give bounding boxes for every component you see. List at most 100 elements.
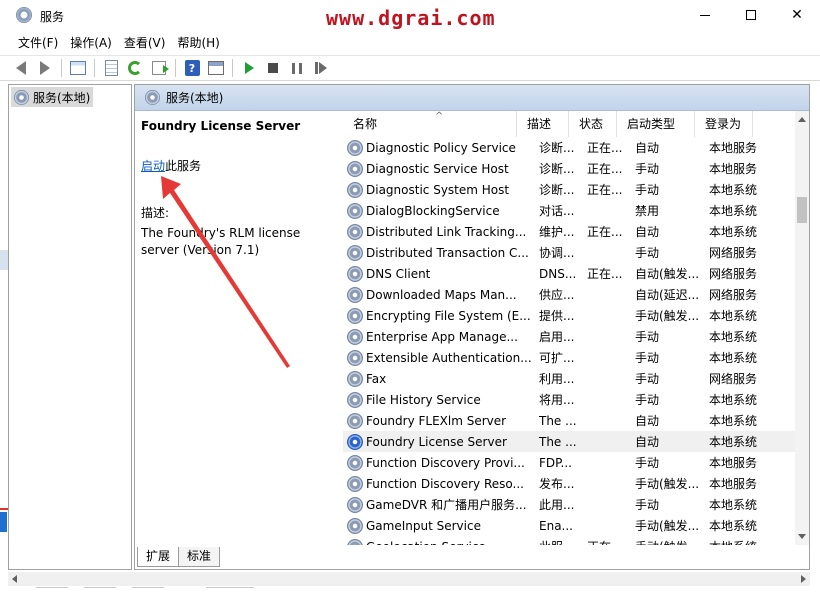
- scroll-up-icon[interactable]: [798, 117, 806, 122]
- table-row[interactable]: Distributed Link Tracking... 维护... 正在... 自动…: [343, 221, 795, 242]
- service-startup-type: 自动: [635, 225, 660, 239]
- maximize-button[interactable]: [728, 0, 774, 30]
- service-startup-type: 手动: [635, 330, 660, 344]
- column-description[interactable]: 描述: [517, 111, 569, 137]
- menu-action[interactable]: 操作(A): [64, 32, 118, 54]
- table-row[interactable]: DNS Client DNS... 正在... 自动(触发... 网络服务: [343, 263, 795, 284]
- table-row[interactable]: DialogBlockingService 对话... 禁用 本地系统: [343, 200, 795, 221]
- service-gear-icon: [347, 538, 363, 545]
- service-log-on-as: 网络服务: [709, 288, 758, 302]
- table-row[interactable]: Diagnostic Service Host 诊断... 正在... 手动 本地服务: [343, 158, 795, 179]
- service-name-cell: Diagnostic Service Host: [343, 160, 533, 177]
- toolbar: ?: [0, 55, 820, 81]
- table-row[interactable]: Fax 利用... 手动 网络服务: [343, 368, 795, 389]
- column-startup-type[interactable]: 启动类型: [617, 111, 695, 137]
- start-service-button[interactable]: [238, 57, 260, 79]
- restart-icon: [315, 62, 327, 74]
- service-name-cell: Enterprise App Manage...: [343, 328, 533, 345]
- table-row[interactable]: GameDVR 和广播用户服务... 此用... 手动 本地系统: [343, 494, 795, 515]
- service-description: 提供...: [539, 309, 575, 323]
- table-row[interactable]: Function Discovery Reso... 发布... 手动(触发... 本…: [343, 473, 795, 494]
- table-row[interactable]: Diagnostic System Host 诊断... 正在... 手动 本地系统: [343, 179, 795, 200]
- service-startup-type: 自动: [635, 141, 660, 155]
- column-startup-type-label: 启动类型: [627, 117, 676, 131]
- service-log-on-as: 本地系统: [709, 309, 758, 323]
- table-row[interactable]: Function Discovery Provi... FDP... 手动 本地服务: [343, 452, 795, 473]
- service-name: Extensible Authentication...: [366, 350, 532, 365]
- vertical-scrollbar[interactable]: [795, 111, 809, 545]
- table-row[interactable]: File History Service 将用... 手动 本地系统: [343, 389, 795, 410]
- tree-item-label: 服务(本地): [33, 90, 91, 105]
- service-gear-icon: [347, 139, 363, 156]
- service-log-on-as: 本地系统: [709, 519, 758, 533]
- menu-view[interactable]: 查看(V): [118, 32, 172, 54]
- service-gear-icon: [347, 475, 363, 492]
- scroll-left-icon[interactable]: [12, 575, 17, 583]
- minimize-button[interactable]: [682, 0, 728, 30]
- tab-standard[interactable]: 标准: [178, 547, 221, 567]
- table-row[interactable]: Foundry License Server The ... 自动 本地系统: [343, 431, 795, 452]
- help-button[interactable]: ?: [181, 57, 203, 79]
- table-row[interactable]: Distributed Transaction C... 协调... 手动 网络服务: [343, 242, 795, 263]
- start-service-link[interactable]: 启动: [141, 159, 165, 173]
- service-startup-type: 自动(触发...: [635, 267, 700, 281]
- service-description: 供应...: [539, 288, 575, 302]
- watermark-text: www.dgrai.com: [326, 6, 496, 30]
- service-status: 正在...: [581, 538, 629, 545]
- pause-service-button[interactable]: [286, 57, 308, 79]
- service-name: Function Discovery Reso...: [366, 476, 524, 491]
- service-log-on-as: 本地系统: [709, 183, 758, 197]
- service-gear-icon: [347, 370, 363, 387]
- show-hide-tree-button[interactable]: [67, 57, 89, 79]
- tab-extended[interactable]: 扩展: [137, 547, 180, 567]
- close-button[interactable]: ✕: [774, 0, 820, 30]
- table-row[interactable]: Foundry FLEXlm Server The ... 自动 本地系统: [343, 410, 795, 431]
- service-name: Foundry FLEXlm Server: [366, 413, 507, 428]
- service-log-on-as: 本地系统: [709, 330, 758, 344]
- properties-button[interactable]: [100, 57, 122, 79]
- restart-service-button[interactable]: [310, 57, 332, 79]
- back-button[interactable]: [10, 57, 32, 79]
- table-row[interactable]: Downloaded Maps Man... 供应... 自动(延迟... 网络服务: [343, 284, 795, 305]
- table-row[interactable]: Enterprise App Manage... 启用... 手动 本地系统: [343, 326, 795, 347]
- service-name-cell: Distributed Link Tracking...: [343, 223, 533, 240]
- refresh-button[interactable]: [124, 57, 146, 79]
- column-status[interactable]: 状态: [569, 111, 617, 137]
- service-name-cell: Function Discovery Provi...: [343, 454, 533, 471]
- edge-blue-mark: [0, 512, 7, 532]
- service-description: 将用...: [539, 393, 575, 407]
- console-tree: 服务(本地): [8, 84, 132, 570]
- service-name-cell: File History Service: [343, 391, 533, 408]
- table-row[interactable]: Diagnostic Policy Service 诊断... 正在... 自动 本地服…: [343, 137, 795, 158]
- service-gear-icon: [347, 181, 363, 198]
- scroll-right-icon[interactable]: [801, 575, 806, 583]
- table-row[interactable]: Encrypting File System (E... 提供... 手动(触发..…: [343, 305, 795, 326]
- description-label: 描述:: [141, 206, 170, 220]
- service-gear-icon: [347, 433, 363, 450]
- service-gear-icon: [347, 307, 363, 324]
- status-bar: [0, 572, 820, 600]
- service-log-on-as: 本地系统: [709, 498, 758, 512]
- menu-help[interactable]: 帮助(H): [171, 32, 225, 54]
- stop-service-button[interactable]: [262, 57, 284, 79]
- service-status: 正在...: [587, 183, 623, 197]
- table-row[interactable]: Geolocation Service 此服...正在...手动(触发...本地系…: [343, 536, 795, 545]
- service-log-on-as: 本地系统: [709, 435, 758, 449]
- service-name: DialogBlockingService: [366, 203, 500, 218]
- show-action-pane-button[interactable]: [205, 57, 227, 79]
- column-status-label: 状态: [579, 117, 604, 131]
- column-name[interactable]: 名称 ^: [343, 111, 517, 137]
- column-log-on-as[interactable]: 登录为: [695, 111, 753, 137]
- service-name: Downloaded Maps Man...: [366, 287, 517, 302]
- scroll-thumb[interactable]: [797, 197, 807, 223]
- table-row[interactable]: Extensible Authentication... 可扩... 手动 本地系统: [343, 347, 795, 368]
- service-description: 维护...: [539, 225, 575, 239]
- forward-button[interactable]: [34, 57, 56, 79]
- menu-file[interactable]: 文件(F): [12, 32, 64, 54]
- tree-item-services-local[interactable]: 服务(本地): [11, 87, 94, 107]
- scroll-down-icon[interactable]: [798, 534, 806, 539]
- table-row[interactable]: GameInput Service Ena... 手动(触发... 本地系统: [343, 515, 795, 536]
- export-list-button[interactable]: [148, 57, 170, 79]
- horizontal-scrollbar[interactable]: [8, 572, 810, 586]
- start-service-suffix: 此服务: [165, 159, 202, 173]
